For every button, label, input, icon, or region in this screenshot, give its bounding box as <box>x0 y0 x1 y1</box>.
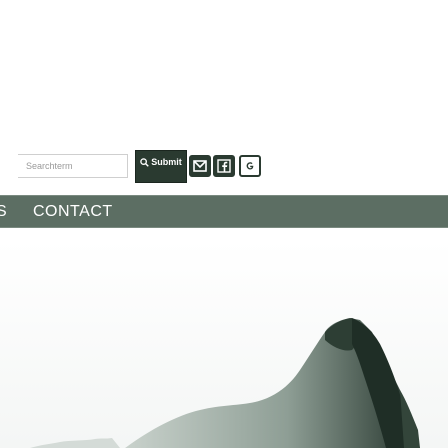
facebook-link[interactable] <box>213 155 235 177</box>
google-plus-link[interactable] <box>239 155 261 177</box>
page: Submit S CONTACT <box>0 0 448 448</box>
hero-image <box>0 240 448 448</box>
nav-item-truncated[interactable]: S <box>0 196 7 227</box>
search-input[interactable] <box>18 154 128 178</box>
email-link[interactable] <box>189 155 211 177</box>
facebook-icon <box>217 159 231 173</box>
landscape-image <box>0 240 448 448</box>
google-plus-icon <box>246 162 254 170</box>
nav-item-contact[interactable]: CONTACT <box>33 196 113 227</box>
email-icon <box>193 160 207 172</box>
search-bar: Submit <box>0 146 448 186</box>
search-submit-label: Submit <box>151 157 182 167</box>
main-nav: S CONTACT <box>0 195 448 228</box>
search-submit-button[interactable]: Submit <box>135 150 187 183</box>
search-icon <box>140 158 150 167</box>
